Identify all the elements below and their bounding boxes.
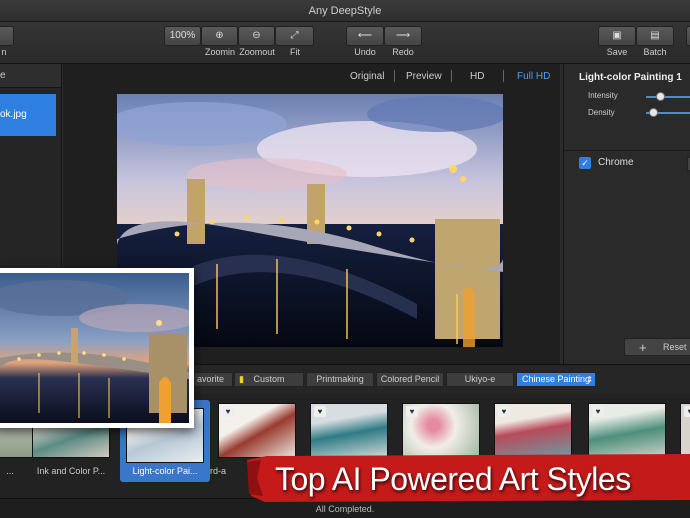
left-tool-label: n (1, 47, 7, 57)
batch-icon: ▤ (650, 30, 660, 41)
status-text: All Completed. (315, 504, 375, 514)
reset-button[interactable]: Reset (663, 342, 687, 352)
file-list-header: e (0, 64, 61, 88)
intensity-slider-track[interactable] (646, 96, 690, 98)
zoom-level-value: 100% (169, 30, 196, 41)
tab-favorite[interactable]: avorite (188, 372, 233, 387)
chrome-checkbox[interactable]: ✓ (579, 157, 591, 169)
checkmark-icon: ✓ (581, 158, 589, 168)
intensity-slider-knob[interactable] (656, 92, 665, 101)
tab-chinese-painting-label: Chinese Painting (521, 374, 591, 384)
style-thumbnail[interactable]: ♥ (494, 403, 572, 458)
undo-button[interactable]: ⟵ (346, 26, 384, 46)
file-list-item[interactable]: ok.jpg (0, 94, 56, 136)
file-list-header-text: e (0, 70, 6, 81)
undo-arrow-icon: ⟵ (357, 30, 373, 41)
view-original-button[interactable]: Original (350, 71, 384, 82)
settings-panel: Light-color Painting 1 Intensity Density… (563, 64, 690, 364)
style-thumbnail[interactable]: ♥ (588, 403, 666, 458)
tab-custom-label: Custom (253, 374, 285, 384)
fit-label: Fit (290, 47, 300, 57)
batch-button[interactable]: ▤ (636, 26, 674, 46)
fit-button[interactable]: ⤢ (275, 26, 314, 46)
chrome-label: Chrome (598, 157, 634, 168)
favorite-heart-icon[interactable]: ♥ (406, 406, 418, 417)
view-preview-button[interactable]: Preview (406, 71, 442, 82)
save-disk-icon: ▣ (612, 30, 622, 41)
zoomin-button[interactable]: ⊕ (201, 26, 238, 46)
redo-arrow-icon: ⟶ (395, 30, 411, 41)
extra-tool-button[interactable] (686, 26, 690, 46)
style-thumbnail[interactable]: ♥ (402, 403, 480, 458)
favorite-heart-icon[interactable]: ♥ (314, 406, 326, 417)
style-title: Light-color Painting 1 (579, 72, 682, 83)
add-reset-group: + Reset (624, 338, 690, 356)
tab-printmaking-label: Printmaking (316, 374, 364, 384)
selected-thumbnail-label: Light-color Pai... (132, 466, 198, 476)
toolbar: n 100% ⊕ Zoomin ⊖ Zoomout ⤢ Fit ⟵ Undo ⟶… (0, 22, 690, 64)
app-window: Any DeepStyle n 100% ⊕ Zoomin ⊖ Zoomout … (0, 0, 690, 518)
zoomout-label: Zoomout (239, 47, 275, 57)
tab-custom[interactable]: ▮ Custom (234, 372, 304, 387)
view-mode-bar: Original Preview HD Full HD (63, 64, 560, 88)
zoomout-icon: ⊖ (252, 30, 261, 41)
undo-label: Undo (354, 47, 376, 57)
tab-ukiyo-e[interactable]: Ukiyo-e (446, 372, 514, 387)
promo-banner-text: Top AI Powered Art Styles (275, 461, 631, 497)
tab-chinese-painting[interactable]: Chinese Painting ⇕ (516, 372, 596, 387)
zoomout-button[interactable]: ⊖ (238, 26, 275, 46)
file-name: ok.jpg (0, 109, 27, 120)
favorite-heart-icon[interactable]: ♥ (592, 406, 604, 417)
title-bar: Any DeepStyle (0, 0, 690, 22)
window-title: Any DeepStyle (308, 5, 382, 17)
density-label: Density (588, 108, 615, 117)
zoom-level-button[interactable]: 100% (164, 26, 201, 46)
tab-colored-pencil-label: Colored Pencil (380, 374, 440, 384)
save-label: Save (606, 47, 628, 57)
density-slider-knob[interactable] (649, 108, 658, 117)
dropdown-stepper-icon: ⇕ (586, 375, 593, 384)
bookmark-icon: ▮ (239, 374, 244, 384)
fit-icon: ⤢ (290, 30, 299, 41)
tab-ukiyo-e-label: Ukiyo-e (464, 374, 496, 384)
redo-label: Redo (392, 47, 414, 57)
zoomin-icon: ⊕ (215, 30, 224, 41)
tab-printmaking[interactable]: Printmaking (306, 372, 374, 387)
style-thumbnail[interactable]: ♥ (310, 403, 388, 458)
view-hd-button[interactable]: HD (470, 71, 484, 82)
promo-banner: Top AI Powered Art Styles (247, 452, 690, 504)
redo-button[interactable]: ⟶ (384, 26, 422, 46)
favorite-heart-icon[interactable]: ♥ (498, 406, 510, 417)
add-icon[interactable]: + (639, 340, 647, 355)
favorite-heart-icon[interactable]: ♥ (684, 406, 690, 417)
batch-label: Batch (643, 47, 667, 57)
tab-colored-pencil[interactable]: Colored Pencil (376, 372, 444, 387)
favorite-heart-icon[interactable]: ♥ (222, 406, 234, 417)
left-tool-button[interactable] (0, 26, 14, 46)
style-thumbnail[interactable]: ♥ (680, 403, 690, 458)
intensity-label: Intensity (588, 91, 618, 100)
tab-favorite-label: avorite (196, 374, 224, 384)
view-full-hd-button[interactable]: Full HD (517, 71, 550, 82)
original-photo-inset (0, 268, 194, 428)
thumbnail-label: Ink and Color P... (36, 466, 106, 476)
style-thumbnail[interactable]: ♥ (218, 403, 296, 458)
save-button[interactable]: ▣ (598, 26, 636, 46)
